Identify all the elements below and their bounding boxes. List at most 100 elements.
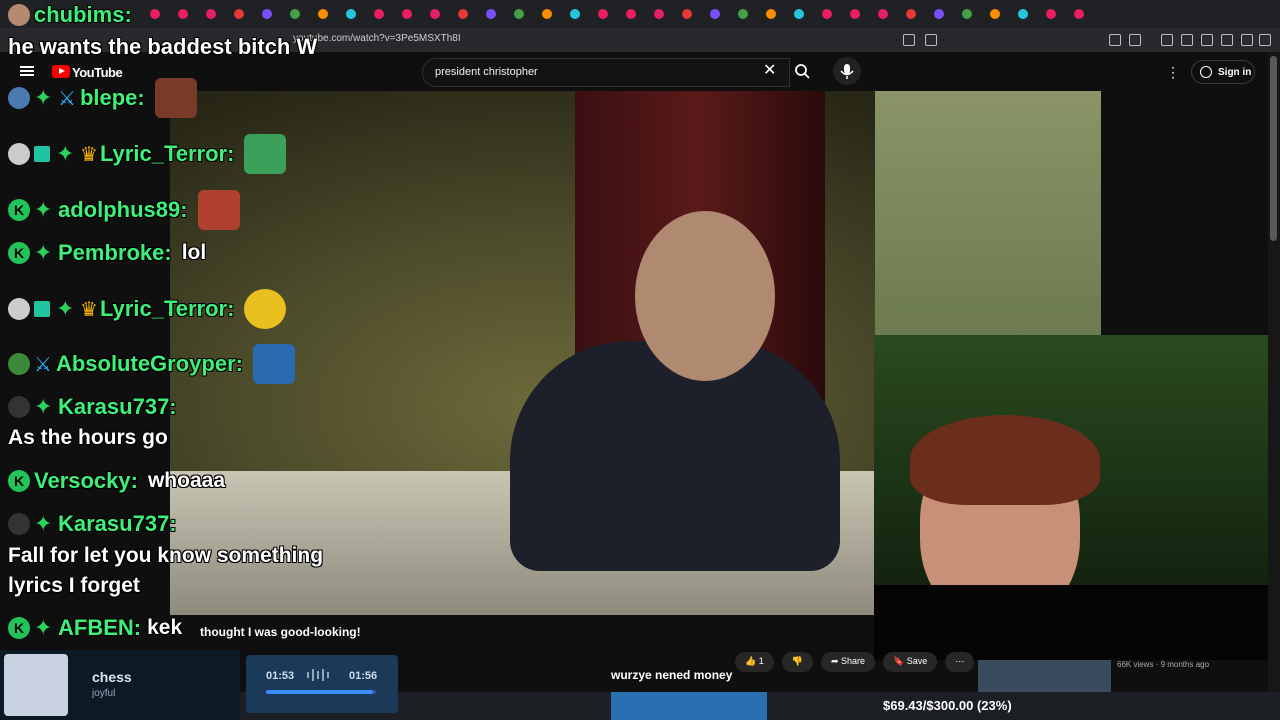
browser-tab-icon[interactable] (542, 9, 552, 19)
browser-tab-icon[interactable] (710, 9, 720, 19)
save-label: Save (906, 656, 928, 666)
wallet-icon[interactable] (1201, 34, 1213, 46)
browser-tab-icon[interactable] (626, 9, 636, 19)
chat-username: blepe: (79, 85, 145, 110)
chat-row: K ✦ Pembroke: lol (8, 240, 206, 266)
browser-tab-icon[interactable] (290, 9, 300, 19)
browser-tab-icon[interactable] (178, 9, 188, 19)
browser-tab-icon[interactable] (458, 9, 468, 19)
cast-icon[interactable] (903, 34, 915, 46)
browser-tab-icon[interactable] (514, 9, 524, 19)
webcam-hair (910, 415, 1100, 505)
voice-search-button[interactable] (833, 57, 861, 85)
video-person-head (635, 211, 775, 381)
media-icon[interactable] (1161, 34, 1173, 46)
browser-tab-icon[interactable] (318, 9, 328, 19)
browser-tab-icon[interactable] (682, 9, 692, 19)
avatar (8, 353, 30, 375)
search-input[interactable]: president christopher (422, 58, 790, 87)
download-icon[interactable] (1221, 34, 1233, 46)
search-value[interactable]: president christopher (435, 66, 538, 78)
album-art (4, 654, 68, 716)
kick-badge-icon: K (8, 199, 30, 221)
chat-top-entry: chubims: (8, 2, 132, 28)
close-icon[interactable]: ✕ (763, 61, 776, 81)
related-video-views: 66K views · 9 months ago (1117, 660, 1210, 669)
browser-tab-icon[interactable] (570, 9, 580, 19)
emote-icon (252, 344, 295, 384)
youtube-logo-icon[interactable] (52, 65, 70, 78)
shield-icon[interactable] (1241, 34, 1253, 46)
share-button[interactable]: ➦ Share (820, 652, 876, 672)
extension-icon[interactable] (1109, 34, 1121, 46)
music-progress-fill (266, 690, 373, 694)
browser-tab-icon[interactable] (738, 9, 748, 19)
chat-username: Karasu737: (58, 511, 177, 536)
browser-tab-icon[interactable] (990, 9, 1000, 19)
browser-tab-icon[interactable] (262, 9, 272, 19)
time-total: 01:56 (349, 670, 378, 682)
sub-gem-icon: ✦ (34, 197, 53, 222)
sidebar-icon[interactable] (1181, 34, 1193, 46)
video-caption: thought I was good-looking! (200, 625, 361, 639)
browser-tab-icon[interactable] (878, 9, 888, 19)
chat-username: adolphus89: (58, 197, 188, 222)
kick-badge-icon: K (8, 617, 30, 639)
browser-tab-icon[interactable] (346, 9, 356, 19)
avatar (8, 396, 30, 418)
avatar (8, 87, 30, 109)
menu-icon[interactable] (1259, 34, 1271, 46)
time-elapsed: 01:53 (266, 670, 295, 682)
browser-tab-icon[interactable] (486, 9, 496, 19)
sub-gem-icon: ✦ (56, 296, 75, 321)
browser-tab-icon[interactable] (766, 9, 776, 19)
crown-icon: ♛ (80, 143, 98, 166)
browser-tab-icon[interactable] (374, 9, 384, 19)
browser-tab-icon[interactable] (906, 9, 916, 19)
save-button[interactable]: 🔖 Save (883, 652, 938, 672)
sub-gem-icon: ✦ (34, 511, 53, 536)
chat-message: lol (181, 241, 207, 264)
chat-username: Karasu737: (58, 394, 177, 419)
kick-badge-icon: K (8, 470, 30, 492)
share-label: Share (841, 656, 866, 666)
sign-in-button[interactable]: Sign in (1191, 60, 1255, 84)
chat-message: whoaaa (147, 469, 225, 492)
screenshot-icon[interactable] (1129, 34, 1141, 46)
related-video-thumbnail[interactable] (978, 660, 1111, 692)
video-person-body (510, 341, 840, 571)
browser-tab-icon[interactable] (430, 9, 440, 19)
scrollbar-thumb[interactable] (1270, 56, 1277, 241)
browser-tab-icon[interactable] (1074, 9, 1084, 19)
goal-progress-box (611, 692, 767, 720)
ticker-text: wurzye nened money (611, 668, 733, 682)
browser-tab-icon[interactable] (150, 9, 160, 19)
browser-tab-icon[interactable] (1018, 9, 1028, 19)
browser-tab-icon[interactable] (934, 9, 944, 19)
chat-message: he wants the baddest bitch W (8, 34, 318, 59)
url-text[interactable]: youtube.com/watch?v=3Pe5MSXTh8I (293, 33, 461, 44)
search-button[interactable] (789, 58, 815, 85)
browser-tab-icon[interactable] (794, 9, 804, 19)
more-vert-icon[interactable]: ⋮ (1166, 64, 1180, 81)
sub-gem-icon: ✦ (34, 85, 53, 110)
browser-tab-icon[interactable] (850, 9, 860, 19)
browser-tab-icon[interactable] (206, 9, 216, 19)
browser-tab-icon[interactable] (234, 9, 244, 19)
browser-tab-icon[interactable] (402, 9, 412, 19)
more-actions-button[interactable]: ⋯ (945, 652, 975, 672)
browser-tab-icon[interactable] (962, 9, 972, 19)
waveform-icon (307, 669, 329, 681)
hamburger-menu-icon[interactable] (20, 66, 34, 76)
crown-icon: ♛ (80, 298, 98, 321)
browser-tab-icon[interactable] (1046, 9, 1056, 19)
chat-row: ✦ Karasu737: (8, 394, 177, 420)
like-button[interactable]: 👍 1 (735, 652, 774, 672)
dislike-button[interactable]: 👎 (781, 652, 813, 672)
browser-tab-icon[interactable] (822, 9, 832, 19)
chat-row: K Versocky: whoaaa (8, 468, 225, 494)
share-icon[interactable] (925, 34, 937, 46)
chat-message: Fall for let you know something (8, 544, 324, 567)
browser-tab-icon[interactable] (598, 9, 608, 19)
browser-tab-icon[interactable] (654, 9, 664, 19)
